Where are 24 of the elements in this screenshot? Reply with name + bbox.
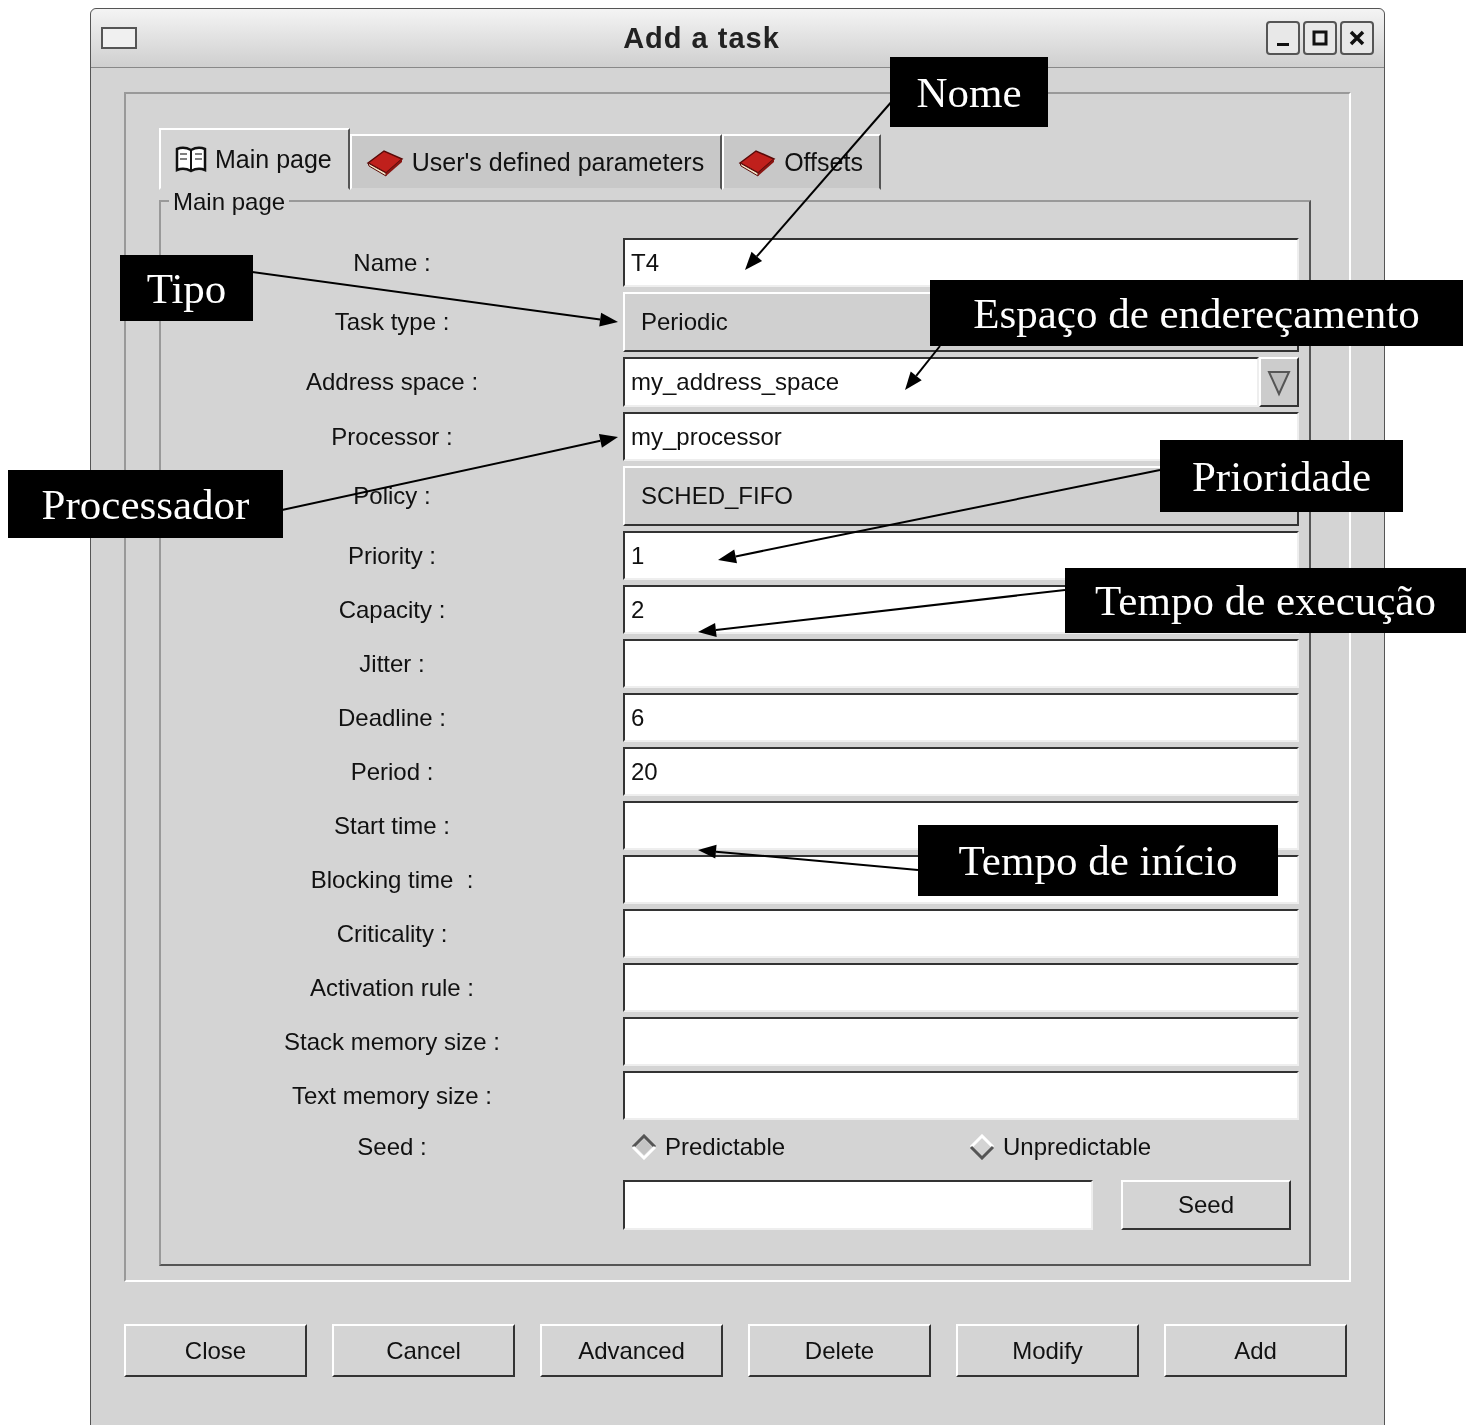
field-label: Deadline : [336, 703, 448, 732]
window-title: Add a task [622, 21, 781, 55]
callout-tooltip: Tempo de início [918, 825, 1278, 896]
field-label: Priority : [347, 541, 437, 570]
field-label: Criticality : [335, 919, 449, 948]
callout-tooltip: Prioridade [1160, 440, 1403, 512]
field-label: Task type : [333, 308, 451, 336]
field-label: Stack memory size : [282, 1027, 501, 1056]
field-label: Activation rule : [308, 973, 476, 1002]
callout-tooltip: Tipo [120, 255, 253, 321]
callout-tooltip: Processador [8, 470, 283, 538]
field-label: Blocking time : [309, 865, 475, 894]
callout-tooltip: Nome [890, 57, 1048, 127]
field-label: Jitter : [358, 649, 426, 678]
callout-tooltip: Tempo de execução [1065, 568, 1466, 633]
field-label: Start time : [333, 811, 451, 840]
field-label: Period : [349, 757, 435, 786]
field-label: Seed : [356, 1133, 428, 1161]
field-label: Processor : [330, 422, 454, 451]
field-label: Text memory size : [290, 1081, 493, 1110]
field-label: Capacity : [337, 595, 447, 624]
field-label: Address space : [304, 368, 480, 396]
callout-tooltip: Espaço de endereçamento [930, 280, 1463, 346]
field-label: Name : [352, 248, 432, 277]
